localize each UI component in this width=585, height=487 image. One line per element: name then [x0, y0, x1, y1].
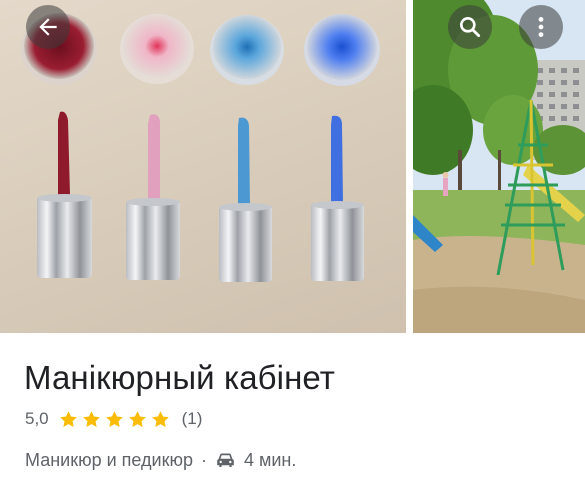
rating-stars — [58, 409, 173, 430]
back-button[interactable] — [26, 5, 70, 49]
separator-dot: · — [200, 449, 207, 470]
place-info-panel: Манікюрный кабінет 5,0 (1) Маникюр и пед… — [0, 333, 585, 487]
more-options-button[interactable] — [519, 5, 563, 49]
photo-nail-polish[interactable] — [0, 0, 406, 333]
photo-gallery[interactable] — [0, 0, 585, 333]
star-icon — [105, 410, 123, 427]
photo-playground[interactable] — [413, 0, 585, 333]
more-vert-icon — [538, 17, 544, 37]
meta-row: Маникюр и педикюр · 4 мин. — [25, 448, 296, 472]
review-count[interactable]: (1) — [182, 409, 203, 429]
star-icon — [128, 410, 146, 427]
star-icon — [82, 410, 100, 427]
place-category: Маникюр и педикюр — [25, 449, 193, 470]
playground-illustration — [413, 0, 585, 333]
rating-row[interactable]: 5,0 (1) — [25, 408, 202, 430]
search-button[interactable] — [448, 5, 492, 49]
rating-value: 5,0 — [25, 409, 49, 428]
travel-time: 4 мин. — [243, 449, 297, 470]
search-icon — [460, 17, 481, 38]
place-title[interactable]: Манікюрный кабінет — [24, 359, 335, 397]
nail-polish-illustration — [21, 13, 380, 282]
car-icon — [217, 453, 234, 467]
arrow-left-icon — [39, 18, 57, 36]
star-icon — [151, 410, 169, 427]
star-icon — [59, 410, 77, 427]
